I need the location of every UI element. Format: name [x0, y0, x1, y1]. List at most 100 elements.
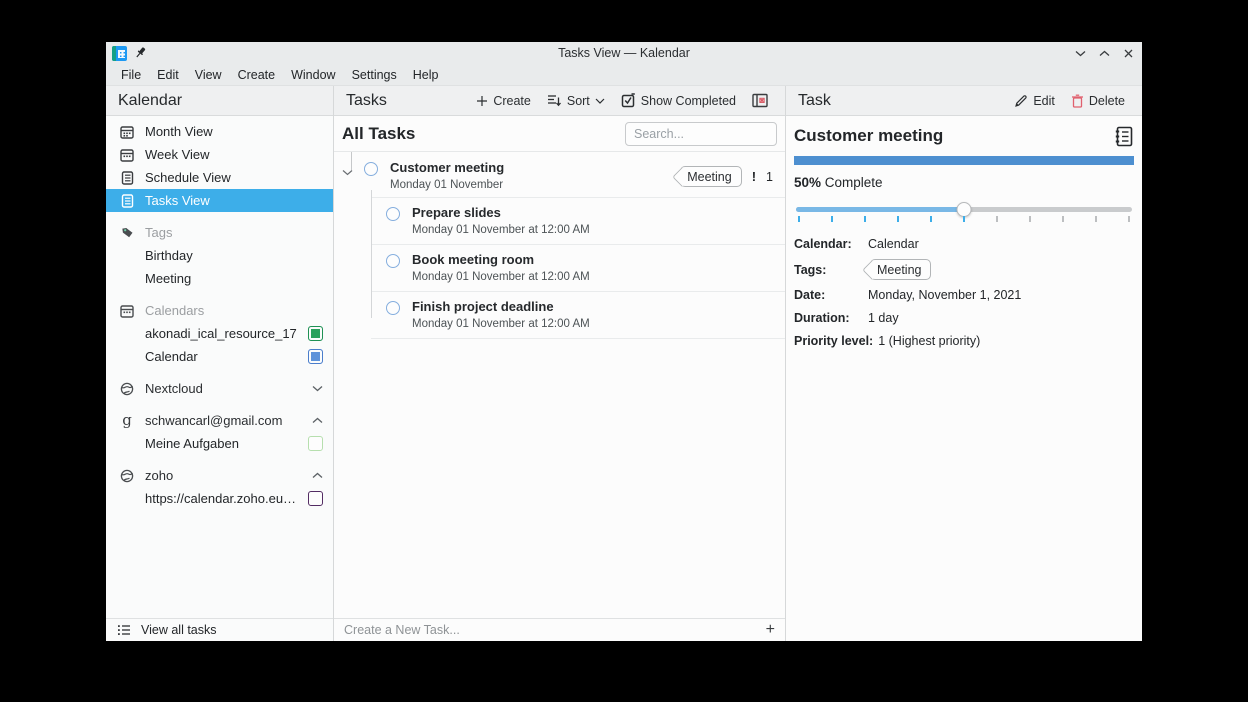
tree-line	[351, 152, 352, 170]
completion-text: 50% Complete	[794, 175, 1134, 190]
tasks-panel: Tasks Create Sort Show Completed	[334, 86, 786, 641]
globe-icon	[119, 468, 135, 484]
create-task-button[interactable]: Create	[471, 91, 536, 111]
field-label: Duration:	[794, 311, 868, 325]
sidebar-tag-birthday[interactable]: Birthday	[106, 244, 333, 267]
task-complete-circle[interactable]	[386, 301, 400, 315]
calendar-label: akonadi_ical_resource_17	[145, 326, 298, 341]
task-date: Monday 01 November at 12:00 AM	[412, 271, 777, 283]
task-row-subtask[interactable]: Book meeting room Monday 01 November at …	[371, 244, 785, 291]
field-label: Date:	[794, 288, 868, 302]
calendar-checkbox-lightgreen[interactable]	[308, 436, 323, 451]
chevron-down-icon[interactable]	[312, 385, 323, 392]
sidebar-calendar-meine-aufgaben[interactable]: Meine Aufgaben	[106, 432, 333, 455]
task-row-subtask[interactable]: Prepare slides Monday 01 November at 12:…	[371, 197, 785, 244]
menu-window[interactable]: Window	[284, 66, 342, 84]
task-tag-chip[interactable]: Meeting	[680, 166, 741, 187]
sidebar-calendar-zoho-url[interactable]: https://calendar.zoho.eu/caldav/b...	[106, 487, 333, 510]
chevron-up-icon[interactable]	[312, 417, 323, 424]
task-title: Prepare slides	[412, 205, 777, 220]
add-task-plus-button[interactable]: +	[766, 622, 775, 638]
task-row-parent[interactable]: Customer meeting Monday 01 November Meet…	[334, 156, 785, 197]
pencil-icon	[1014, 94, 1028, 108]
menu-settings[interactable]: Settings	[345, 66, 404, 84]
task-row-subtask[interactable]: Finish project deadline Monday 01 Novemb…	[371, 291, 785, 339]
detail-panel-header: Task Edit Delete	[786, 86, 1142, 116]
sidebar-calendar-akonadi[interactable]: akonadi_ical_resource_17	[106, 322, 333, 345]
sidebar-account-nextcloud[interactable]: Nextcloud	[106, 377, 333, 400]
task-date: Monday 01 November	[390, 179, 671, 191]
detail-panel-title: Task	[798, 92, 831, 110]
sidebar-section-label: Calendars	[145, 303, 323, 318]
field-value: Monday, November 1, 2021	[868, 288, 1021, 302]
sidebar-section-calendars[interactable]: Calendars	[106, 299, 333, 322]
all-tasks-title: All Tasks	[342, 124, 415, 144]
menu-view[interactable]: View	[188, 66, 229, 84]
delete-task-button[interactable]: Delete	[1066, 91, 1130, 111]
task-date: Monday 01 November at 12:00 AM	[412, 224, 777, 236]
menu-help[interactable]: Help	[406, 66, 446, 84]
completion-percent: 50%	[794, 175, 821, 190]
maximize-button[interactable]	[1096, 45, 1112, 61]
sidebar-account-gmail[interactable]: g schwancarl@gmail.com	[106, 409, 333, 432]
task-date: Monday 01 November at 12:00 AM	[412, 318, 777, 330]
calendar-checkbox-green[interactable]	[308, 326, 323, 341]
sidebar-item-schedule-view[interactable]: Schedule View	[106, 166, 333, 189]
edit-task-button[interactable]: Edit	[1009, 91, 1060, 111]
kalendar-window: Tasks View — Kalendar File Edit View Cre…	[106, 42, 1142, 641]
task-complete-circle[interactable]	[364, 162, 378, 176]
globe-icon	[119, 381, 135, 397]
hide-task-panel-button[interactable]	[747, 90, 773, 111]
journal-icon	[1114, 126, 1134, 147]
tag-chip[interactable]: Meeting	[870, 259, 931, 280]
pin-icon[interactable]	[135, 46, 147, 60]
task-complete-circle[interactable]	[386, 254, 400, 268]
field-label: Priority level:	[794, 334, 873, 348]
panel-close-icon	[752, 93, 768, 108]
field-label: Calendar:	[794, 237, 868, 251]
expander-chevron-icon[interactable]	[342, 160, 362, 191]
menu-create[interactable]: Create	[231, 66, 283, 84]
field-tags: Tags: Meeting	[794, 259, 1134, 280]
task-list: Customer meeting Monday 01 November Meet…	[334, 152, 785, 618]
close-button[interactable]	[1120, 45, 1136, 61]
sidebar-item-label: Month View	[145, 124, 323, 139]
task-title: Customer meeting	[390, 160, 671, 175]
create-new-task-bar[interactable]: Create a New Task... +	[334, 618, 785, 641]
sidebar-item-month-view[interactable]: Month View	[106, 120, 333, 143]
detail-task-title: Customer meeting	[794, 126, 943, 146]
window-title: Tasks View — Kalendar	[106, 46, 1142, 60]
search-input[interactable]	[625, 122, 777, 146]
sidebar: Kalendar Month View Week View	[106, 86, 334, 641]
slider-handle[interactable]	[957, 202, 972, 217]
sidebar-tag-meeting[interactable]: Meeting	[106, 267, 333, 290]
kalendar-app-icon	[112, 46, 127, 61]
calendar-label: Calendar	[145, 349, 298, 364]
sort-button[interactable]: Sort	[542, 91, 610, 111]
field-value: 1 (Highest priority)	[878, 334, 980, 348]
sidebar-account-zoho[interactable]: zoho	[106, 464, 333, 487]
calendar-checkbox-blue[interactable]	[308, 349, 323, 364]
chevron-down-icon	[595, 98, 605, 104]
sidebar-item-week-view[interactable]: Week View	[106, 143, 333, 166]
google-icon: g	[119, 413, 135, 429]
sidebar-calendar-calendar[interactable]: Calendar	[106, 345, 333, 368]
minimize-button[interactable]	[1072, 45, 1088, 61]
tree-line	[371, 190, 372, 318]
sidebar-section-tags[interactable]: Tags	[106, 221, 333, 244]
sidebar-section-label: Tags	[145, 225, 323, 240]
menu-edit[interactable]: Edit	[150, 66, 186, 84]
tag-label: Birthday	[145, 248, 323, 263]
completion-slider[interactable]	[796, 204, 1132, 222]
calendar-icon	[119, 303, 135, 319]
show-completed-button[interactable]: Show Completed	[616, 90, 741, 111]
view-all-tasks-label: View all tasks	[141, 623, 217, 637]
field-value: Calendar	[868, 237, 919, 251]
sidebar-item-tasks-view[interactable]: Tasks View	[106, 189, 333, 212]
chevron-up-icon[interactable]	[312, 472, 323, 479]
menu-file[interactable]: File	[114, 66, 148, 84]
calendar-checkbox-purple[interactable]	[308, 491, 323, 506]
view-all-tasks-button[interactable]: View all tasks	[106, 618, 333, 641]
task-complete-circle[interactable]	[386, 207, 400, 221]
trash-icon	[1071, 94, 1084, 108]
